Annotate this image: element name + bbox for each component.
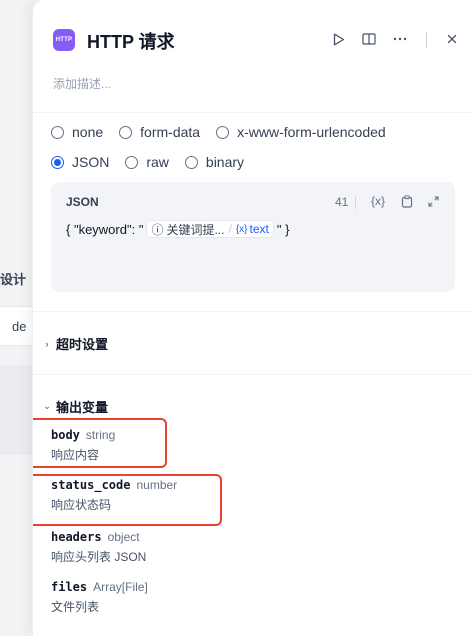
section-divider [33, 112, 472, 113]
variable-description: 文件列表 [51, 600, 100, 614]
output-variable-files: files Array[File] 文件列表 [51, 580, 148, 615]
radio-circle [51, 125, 64, 139]
section-divider [33, 374, 472, 375]
radio-label: none [72, 124, 104, 140]
radio-label: x-www-form-urlencoded [237, 124, 386, 140]
radio-circle-selected [51, 155, 64, 169]
more-icon[interactable] [389, 28, 411, 50]
description-input[interactable]: 添加描述... [53, 75, 111, 92]
variable-name: files [51, 580, 88, 594]
output-section-title: 输出变量 [56, 400, 109, 415]
variable-type: Array[File] [93, 580, 148, 594]
variable-icon: {x} [235, 223, 248, 235]
timeout-section-toggle[interactable]: › 超时设置 [43, 334, 109, 353]
highlight-box-status-code [33, 474, 222, 526]
variable-description: 响应头列表 JSON [51, 550, 147, 564]
radio-binary[interactable]: binary [184, 154, 245, 170]
json-editor-content[interactable]: { "keyword": " ⓘ 关键词提... / {x} text " } [66, 220, 289, 238]
variable-reference-pill[interactable]: ⓘ 关键词提... / {x} text [146, 220, 274, 238]
header-divider [426, 32, 427, 48]
section-divider [33, 311, 472, 312]
body-type-row-2: JSON raw binary [51, 154, 260, 170]
chevron-right-icon: › [45, 338, 49, 349]
panel-title[interactable]: HTTP 请求 [87, 28, 175, 54]
radio-circle [216, 125, 230, 139]
body-type-row-1: none form-data x-www-form-urlencoded [51, 124, 402, 140]
json-suffix: " } [276, 221, 290, 237]
radio-circle [119, 125, 133, 139]
radio-none[interactable]: none [51, 124, 103, 140]
variable-name: headers [51, 530, 102, 544]
timeout-section-title: 超时设置 [56, 337, 109, 352]
radio-label: form-data [140, 124, 201, 140]
variable-name: text [249, 222, 269, 236]
variable-type: object [107, 530, 140, 544]
radio-label: binary [205, 154, 245, 170]
http-node-icon: HTTP [53, 29, 75, 51]
chevron-down-icon: ⌄ [43, 401, 51, 411]
json-editor-label: JSON [66, 195, 99, 209]
json-prefix: { "keyword": " [66, 221, 144, 237]
copy-icon[interactable] [401, 192, 413, 210]
insert-variable-icon[interactable]: {x} [371, 192, 385, 210]
radio-circle [184, 155, 198, 169]
radio-raw[interactable]: raw [125, 154, 169, 170]
output-variable-headers: headers object 响应头列表 JSON [51, 530, 146, 565]
source-node-name: 关键词提... [166, 222, 225, 237]
json-char-count: 41 [335, 195, 349, 209]
radio-json[interactable]: JSON [51, 154, 109, 170]
play-icon[interactable] [328, 28, 350, 50]
book-icon[interactable] [358, 28, 380, 50]
json-toolbar-divider [355, 196, 356, 209]
close-icon[interactable] [441, 28, 463, 50]
radio-form-data[interactable]: form-data [119, 124, 200, 140]
radio-label: raw [146, 154, 169, 170]
node-config-panel: HTTP HTTP 请求 添加描述... none form-data x-ww… [32, 0, 472, 636]
json-editor[interactable]: JSON 41 {x} { "keyword": " ⓘ 关键词提... / {… [51, 182, 455, 292]
highlight-box-body [33, 418, 167, 468]
canvas-input-text: de [12, 319, 27, 334]
radio-circle [125, 155, 139, 169]
radio-x-www-form-urlencoded[interactable]: x-www-form-urlencoded [216, 124, 386, 140]
panel-header: HTTP HTTP 请求 添加描述... [33, 0, 472, 91]
path-separator: / [228, 222, 232, 236]
llm-node-icon: ⓘ [151, 222, 164, 237]
output-section-toggle[interactable]: ⌄ 输出变量 [43, 397, 108, 416]
radio-label: JSON [72, 154, 110, 170]
canvas-label-fragment: 设计 [0, 272, 27, 287]
expand-icon[interactable] [428, 192, 439, 210]
